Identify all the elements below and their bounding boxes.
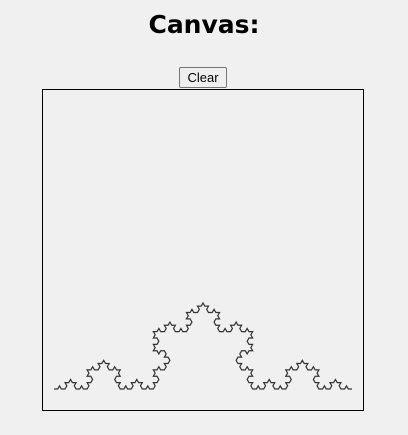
clear-button[interactable]: Clear <box>179 67 227 88</box>
drawing-canvas[interactable] <box>42 89 364 411</box>
koch-curve <box>54 301 352 390</box>
page: Canvas: Clear <box>0 0 408 435</box>
page-title: Canvas: <box>148 10 260 39</box>
drawing-surface[interactable] <box>43 90 363 410</box>
